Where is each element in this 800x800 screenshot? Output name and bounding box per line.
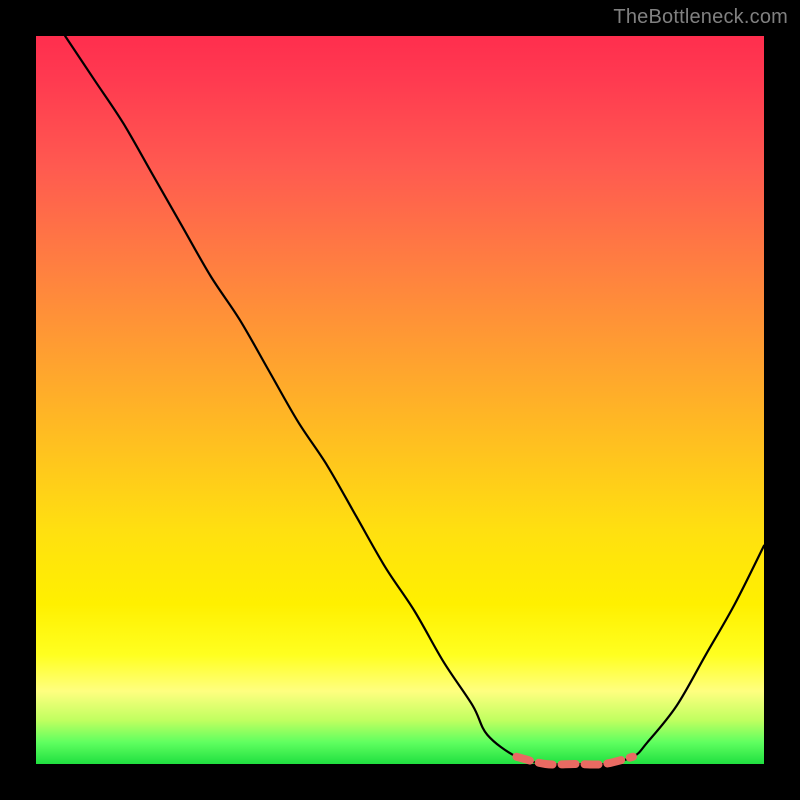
chart-svg xyxy=(36,36,764,764)
highlight-curve xyxy=(516,757,632,765)
main-curve xyxy=(65,36,764,765)
plot-area xyxy=(36,36,764,764)
attribution-text: TheBottleneck.com xyxy=(613,6,788,29)
chart-container: TheBottleneck.com xyxy=(0,0,800,800)
